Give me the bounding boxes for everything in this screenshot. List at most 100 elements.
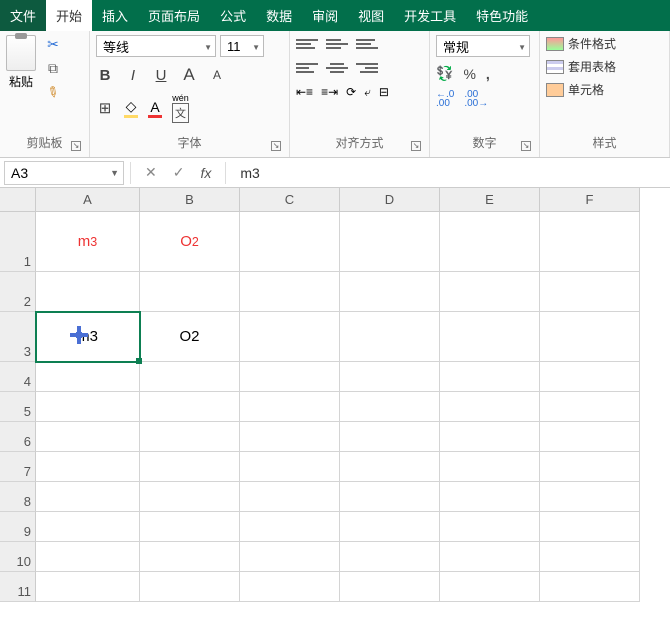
cell-F5[interactable]	[540, 392, 640, 422]
fill-color-button[interactable]: ◇	[124, 98, 138, 118]
cell-A8[interactable]	[36, 482, 140, 512]
dialog-launcher-icon[interactable]: ↘	[411, 141, 421, 151]
enter-button[interactable]: ✓	[173, 164, 185, 181]
cell-C8[interactable]	[240, 482, 340, 512]
cell-F3[interactable]	[540, 312, 640, 362]
cell-C2[interactable]	[240, 272, 340, 312]
cell-D1[interactable]	[340, 212, 440, 272]
row-header-10[interactable]: 10	[0, 542, 36, 572]
cancel-button[interactable]: ✕	[145, 164, 157, 181]
cell-A5[interactable]	[36, 392, 140, 422]
cell-D3[interactable]	[340, 312, 440, 362]
percent-button[interactable]: %	[463, 66, 475, 82]
select-all-corner[interactable]	[0, 188, 36, 212]
cell-E11[interactable]	[440, 572, 540, 602]
table-format-button[interactable]: 套用表格	[546, 58, 663, 75]
orientation-button[interactable]: ⟳	[346, 85, 356, 100]
shrink-font-button[interactable]: A	[208, 68, 226, 82]
cell-A11[interactable]	[36, 572, 140, 602]
cell-C6[interactable]	[240, 422, 340, 452]
font-size-combo[interactable]: 11▼	[220, 35, 264, 57]
cell-E9[interactable]	[440, 512, 540, 542]
menu-tab-home[interactable]: 开始	[46, 0, 92, 31]
menu-file[interactable]: 文件	[0, 0, 46, 31]
cell-E7[interactable]	[440, 452, 540, 482]
cell-B3[interactable]: O2	[140, 312, 240, 362]
cut-icon[interactable]: ✂	[44, 35, 62, 53]
menu-tab-dev[interactable]: 开发工具	[394, 0, 466, 31]
cell-A1[interactable]: m3	[36, 212, 140, 272]
cell-D4[interactable]	[340, 362, 440, 392]
cell-D11[interactable]	[340, 572, 440, 602]
row-header-7[interactable]: 7	[0, 452, 36, 482]
align-left-button[interactable]	[296, 59, 318, 77]
dialog-launcher-icon[interactable]: ↘	[521, 141, 531, 151]
cell-F2[interactable]	[540, 272, 640, 312]
number-format-combo[interactable]: 常规▼	[436, 35, 530, 57]
cell-E1[interactable]	[440, 212, 540, 272]
grow-font-button[interactable]: A	[180, 65, 198, 85]
wrap-text-button[interactable]: ⤶	[364, 85, 371, 100]
dialog-launcher-icon[interactable]: ↘	[271, 141, 281, 151]
copy-icon[interactable]: ⧉	[44, 59, 62, 77]
cell-F10[interactable]	[540, 542, 640, 572]
cell-C1[interactable]	[240, 212, 340, 272]
comma-button[interactable]: ,	[486, 66, 490, 82]
row-header-8[interactable]: 8	[0, 482, 36, 512]
col-header-C[interactable]: C	[240, 188, 340, 212]
borders-button[interactable]: ⊞	[96, 99, 114, 117]
row-header-9[interactable]: 9	[0, 512, 36, 542]
cell-D2[interactable]	[340, 272, 440, 312]
col-header-A[interactable]: A	[36, 188, 140, 212]
font-color-button[interactable]: A	[148, 99, 162, 118]
cell-B7[interactable]	[140, 452, 240, 482]
menu-tab-review[interactable]: 审阅	[302, 0, 348, 31]
align-top-button[interactable]	[296, 35, 318, 53]
cell-E4[interactable]	[440, 362, 540, 392]
cell-B5[interactable]	[140, 392, 240, 422]
bold-button[interactable]: B	[96, 67, 114, 84]
cell-F6[interactable]	[540, 422, 640, 452]
conditional-format-button[interactable]: 条件格式	[546, 35, 663, 52]
row-header-1[interactable]: 1	[0, 212, 36, 272]
format-painter-icon[interactable]: ✎	[40, 79, 65, 104]
cell-F7[interactable]	[540, 452, 640, 482]
cell-F8[interactable]	[540, 482, 640, 512]
cell-C7[interactable]	[240, 452, 340, 482]
formula-input[interactable]: m3	[232, 165, 670, 181]
row-header-11[interactable]: 11	[0, 572, 36, 602]
cell-C5[interactable]	[240, 392, 340, 422]
currency-button[interactable]: 💱	[436, 65, 453, 82]
underline-button[interactable]: U	[152, 67, 170, 84]
row-header-4[interactable]: 4	[0, 362, 36, 392]
align-center-button[interactable]	[326, 59, 348, 77]
cell-B4[interactable]	[140, 362, 240, 392]
cell-F9[interactable]	[540, 512, 640, 542]
cell-A6[interactable]	[36, 422, 140, 452]
cell-E6[interactable]	[440, 422, 540, 452]
cell-C9[interactable]	[240, 512, 340, 542]
cell-B1[interactable]: O2	[140, 212, 240, 272]
cell-A2[interactable]	[36, 272, 140, 312]
menu-tab-layout[interactable]: 页面布局	[138, 0, 210, 31]
name-box[interactable]: A3▼	[4, 161, 124, 185]
cell-B2[interactable]	[140, 272, 240, 312]
cell-D5[interactable]	[340, 392, 440, 422]
cell-F11[interactable]	[540, 572, 640, 602]
row-header-6[interactable]: 6	[0, 422, 36, 452]
cell-D9[interactable]	[340, 512, 440, 542]
cell-D7[interactable]	[340, 452, 440, 482]
menu-tab-special[interactable]: 特色功能	[466, 0, 538, 31]
row-header-3[interactable]: 3	[0, 312, 36, 362]
cell-C3[interactable]	[240, 312, 340, 362]
col-header-F[interactable]: F	[540, 188, 640, 212]
cell-C11[interactable]	[240, 572, 340, 602]
cell-A4[interactable]	[36, 362, 140, 392]
row-header-2[interactable]: 2	[0, 272, 36, 312]
cell-D6[interactable]	[340, 422, 440, 452]
row-header-5[interactable]: 5	[0, 392, 36, 422]
cell-styles-button[interactable]: 单元格	[546, 81, 663, 98]
cell-D10[interactable]	[340, 542, 440, 572]
fx-button[interactable]: fx	[200, 165, 211, 181]
increase-decimal-button[interactable]: ←.0.00	[436, 90, 454, 108]
